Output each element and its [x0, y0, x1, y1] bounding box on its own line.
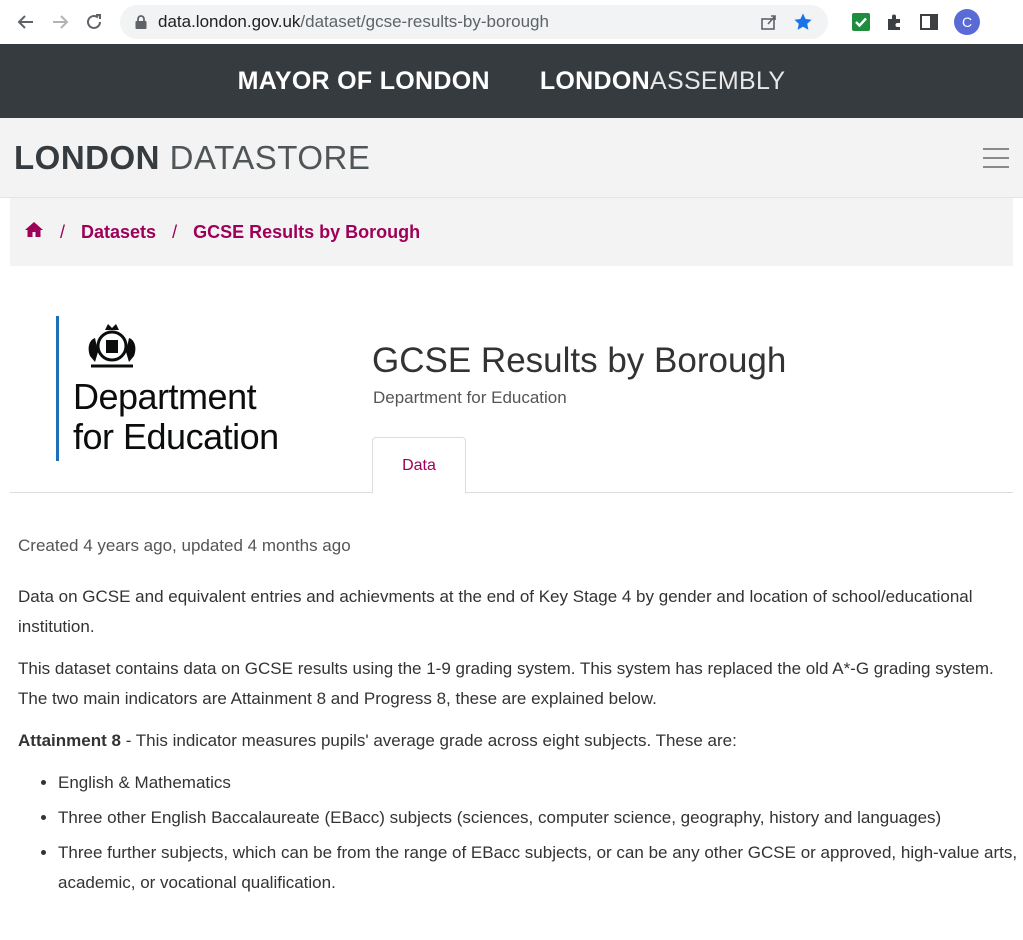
forward-arrow-icon[interactable] [46, 8, 74, 36]
description-paragraph: This dataset contains data on GCSE resul… [18, 659, 994, 708]
menu-hamburger-icon[interactable] [983, 147, 1009, 168]
dfe-logo-line2: for Education [73, 416, 279, 457]
tab-data[interactable]: Data [372, 437, 466, 494]
address-bar[interactable]: data.london.gov.uk/dataset/gcse-results-… [120, 5, 828, 39]
description-paragraph: Data on GCSE and equivalent entries and … [18, 587, 973, 636]
home-icon[interactable] [24, 221, 44, 243]
breadcrumb-separator: / [172, 221, 178, 242]
attainment8-paragraph: Attainment 8 - This indicator measures p… [18, 731, 737, 750]
dfe-logo: Department for Education [56, 316, 306, 461]
london-assembly-link[interactable]: LONDONASSEMBLY [540, 67, 785, 96]
page-title: GCSE Results by Borough [372, 341, 787, 380]
breadcrumb-separator: / [60, 221, 66, 242]
mayor-of-london-link[interactable]: MAYOR OF LONDON [238, 67, 490, 96]
gla-top-bar: MAYOR OF LONDON LONDONASSEMBLY [0, 44, 1023, 118]
url-text: data.london.gov.uk/dataset/gcse-results-… [158, 12, 549, 31]
list-item: Three further subjects, which can be fro… [58, 838, 1018, 898]
datastore-logo[interactable]: LONDON DATASTORE [14, 139, 370, 177]
breadcrumb: / Datasets / GCSE Results by Borough [10, 198, 1013, 266]
reload-icon[interactable] [80, 8, 108, 36]
breadcrumb-datasets[interactable]: Datasets [81, 222, 156, 243]
extensions-puzzle-icon[interactable] [881, 8, 909, 36]
royal-crest-icon [88, 324, 136, 368]
dfe-logo-line1: Department [73, 376, 257, 417]
breadcrumb-current[interactable]: GCSE Results by Borough [193, 222, 420, 243]
back-arrow-icon[interactable] [12, 8, 40, 36]
list-item: English & Mathematics [58, 768, 1018, 798]
side-panel-icon[interactable] [915, 8, 943, 36]
profile-avatar[interactable]: C [954, 9, 980, 35]
dataset-description: Created 4 years ago, updated 4 months ag… [0, 536, 1023, 898]
dataset-meta: Created 4 years ago, updated 4 months ag… [18, 536, 351, 555]
share-icon[interactable] [756, 9, 782, 35]
browser-toolbar: data.london.gov.uk/dataset/gcse-results-… [0, 0, 1023, 44]
checkbox-extension-icon[interactable] [847, 8, 875, 36]
bookmark-star-icon[interactable] [790, 9, 816, 35]
subject-list: English & Mathematics Three other Englis… [18, 768, 1018, 898]
dataset-organization[interactable]: Department for Education [373, 388, 567, 408]
lock-icon [135, 15, 147, 29]
dataset-header: Department for Education GCSE Results by… [10, 266, 1013, 494]
list-item: Three other English Baccalaureate (EBacc… [58, 803, 1018, 833]
datastore-header: LONDON DATASTORE [0, 118, 1023, 198]
